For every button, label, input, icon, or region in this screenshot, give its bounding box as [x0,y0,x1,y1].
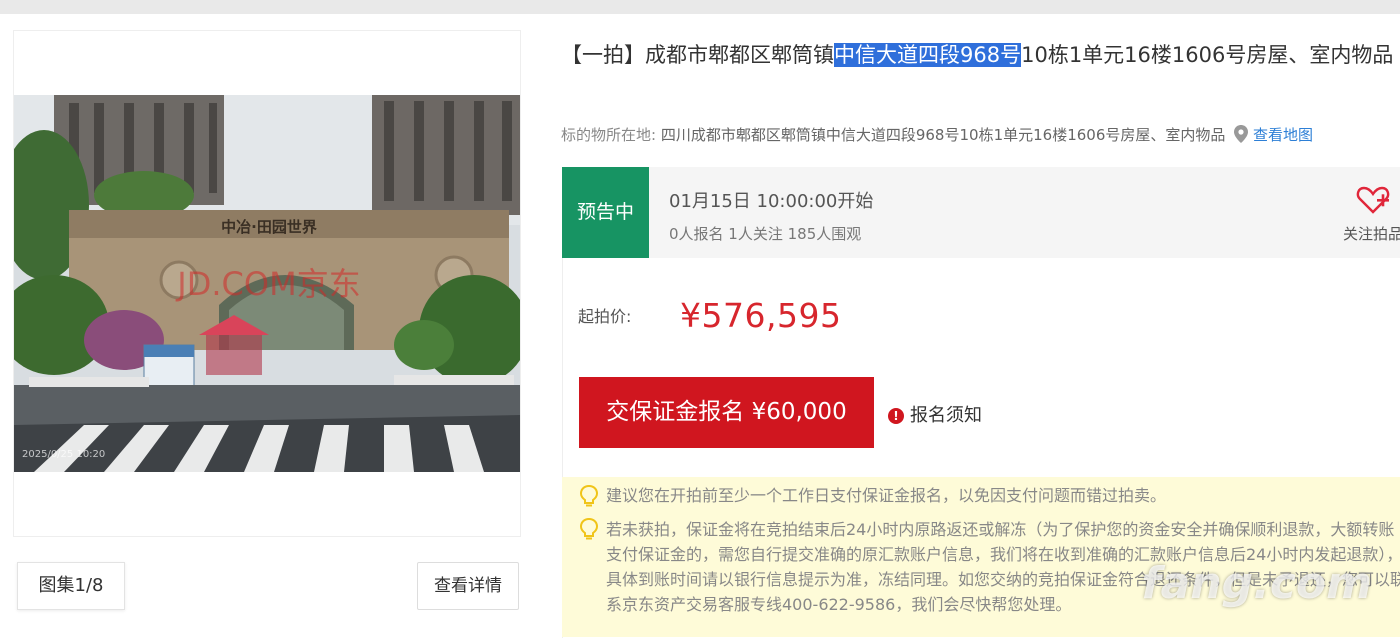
auction-stats: 0人报名 1人关注 185人围观 [669,225,862,243]
pay-deposit-register-button[interactable]: 交保证金报名 ¥60,000 [579,377,874,448]
start-price-value: ¥576,595 [680,296,842,335]
auction-status-panel: 预告中 01月15日 10:00:00开始 0人报名 1人关注 185人围观 关… [562,167,1400,258]
tips-panel: 建议您在开拍前至少一个工作日支付保证金报名，以免因支付问题而错过拍卖。 若未获拍… [562,477,1400,637]
heart-plus-icon [1356,186,1390,214]
photo-timestamp: 2025/0/25 10:20 [22,449,105,460]
follow-item-button[interactable]: 关注拍品 [1336,185,1400,244]
gallery-counter-button[interactable]: 图集1/8 [17,562,125,610]
view-map-link[interactable]: 查看地图 [1253,126,1313,144]
follow-label: 关注拍品 [1342,225,1400,243]
auction-start-time: 01月15日 10:00:00开始 [669,191,874,212]
title-prefix: 【一拍】成都市郫都区郫筒镇 [561,43,834,67]
site-watermark: fang.com [1141,558,1372,609]
location-address: 四川成都市郫都区郫筒镇中信大道四段968号10栋1单元16楼1606号房屋、室内… [660,126,1226,144]
lightbulb-icon [579,517,599,540]
gate-sign-text: 中冶·田园世界 [221,218,317,236]
status-badge: 预告中 [562,167,649,258]
image-viewer: 中冶·田园世界 JD.COM京东 2025/0/25 10:20 [13,30,521,537]
property-photo-illustration: 中冶·田园世界 JD.COM京东 2025/0/25 10:20 [14,95,520,472]
alert-icon: ! [888,408,904,424]
title-suffix: 10栋1单元16楼1606号房屋、室内物品 [1021,43,1394,67]
map-pin-icon [1234,125,1249,143]
top-bar [0,0,1400,14]
location-label: 标的物所在地: [561,126,657,144]
start-price-label: 起拍价: [578,307,632,326]
title-highlight-selection[interactable]: 中信大道四段968号 [834,43,1022,67]
listing-title: 【一拍】成都市郫都区郫筒镇中信大道四段968号10栋1单元16楼1606号房屋、… [561,38,1400,73]
location-row: 标的物所在地: 四川成都市郫都区郫筒镇中信大道四段968号10栋1单元16楼16… [561,124,1313,145]
registration-notice-label: 报名须知 [910,405,982,426]
tip-item: 建议您在开拍前至少一个工作日支付保证金报名，以免因支付问题而错过拍卖。 [606,486,1167,505]
registration-notice-link[interactable]: ! 报名须知 [888,401,982,427]
view-details-button[interactable]: 查看详情 [417,562,519,610]
property-photo[interactable]: 中冶·田园世界 JD.COM京东 2025/0/25 10:20 [14,95,520,472]
jd-watermark: JD.COM京东 [175,265,360,303]
lightbulb-icon [579,484,599,507]
